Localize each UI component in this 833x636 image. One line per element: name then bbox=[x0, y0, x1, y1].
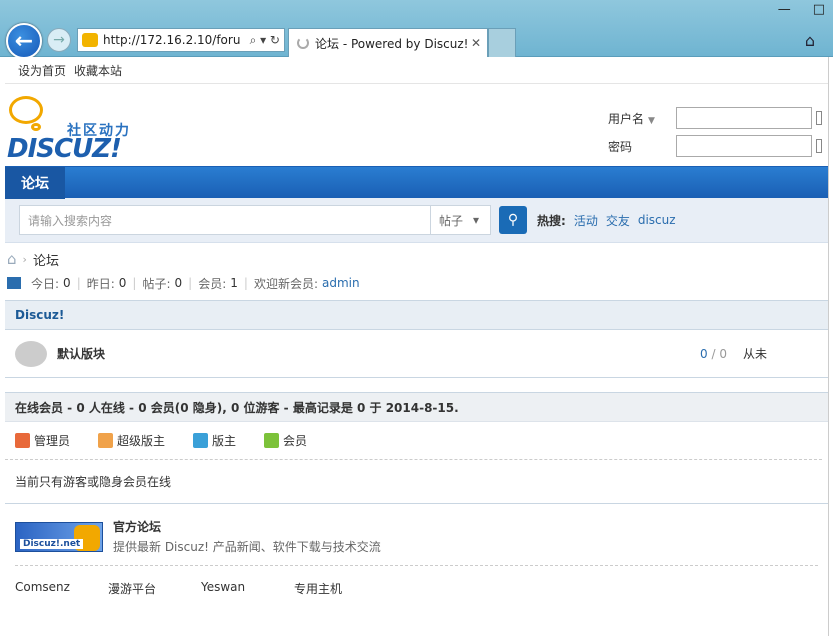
login-form: 用户名 ▼ 密码 bbox=[608, 104, 828, 160]
admin-icon bbox=[15, 433, 30, 448]
legend-super-moderator: 超级版主 bbox=[98, 432, 165, 449]
password-input[interactable] bbox=[676, 135, 812, 157]
friend-links: Discuz!.net 官方论坛 提供最新 Discuz! 产品新闻、软件下载与… bbox=[5, 504, 828, 597]
new-tab-button[interactable] bbox=[488, 28, 516, 57]
search-type-value: 帖子 bbox=[439, 213, 464, 228]
official-forum-title[interactable]: 官方论坛 bbox=[113, 518, 381, 535]
nav-item-forum[interactable]: 论坛 bbox=[5, 167, 65, 199]
logo-bubble-tail-icon bbox=[31, 123, 41, 131]
forum-row: 默认版块 0 / 0 从未 bbox=[5, 330, 828, 378]
hot-search-link[interactable]: 活动 bbox=[574, 212, 598, 229]
partner-link[interactable]: Comsenz bbox=[15, 580, 108, 597]
loading-spinner-icon bbox=[297, 37, 309, 49]
posts-label: 帖子: bbox=[142, 276, 171, 291]
yesterday-count: 0 bbox=[118, 276, 127, 290]
hot-search-label: 热搜: bbox=[537, 213, 566, 228]
online-status-text: 当前只有游客或隐身会员在线 bbox=[5, 460, 828, 504]
bookmark-link[interactable]: 收藏本站 bbox=[74, 62, 122, 79]
search-button[interactable]: ⚲ bbox=[499, 206, 527, 234]
password-label: 密码 bbox=[608, 139, 633, 154]
posts-count: 0 bbox=[174, 276, 183, 290]
logo-bubble-icon bbox=[9, 96, 43, 124]
category-title[interactable]: Discuz! bbox=[15, 308, 64, 322]
hot-search-link[interactable]: 交友 bbox=[606, 212, 630, 229]
username-input[interactable] bbox=[676, 107, 812, 129]
forum-bubble-icon bbox=[15, 340, 47, 367]
main-nav: 论坛 bbox=[5, 166, 828, 199]
member-legend: 管理员 超级版主 版主 会员 bbox=[5, 422, 822, 460]
site-header: 社区动力 DISCUZ! 用户名 ▼ 密码 bbox=[5, 84, 828, 166]
breadcrumb: ⌂ › 论坛 bbox=[5, 246, 828, 272]
search-icon: ⚲ bbox=[507, 212, 519, 228]
search-type-select[interactable]: 帖子 ▾ bbox=[431, 205, 491, 235]
tab-title: 论坛 - Powered by Discuz! bbox=[315, 36, 469, 51]
breadcrumb-separator-icon: › bbox=[22, 252, 27, 266]
moderator-icon bbox=[193, 433, 209, 448]
autologin-checkbox[interactable] bbox=[816, 111, 822, 125]
search-input[interactable]: 请输入搜索内容 bbox=[19, 205, 431, 235]
welcome-label: 欢迎新会员: bbox=[253, 276, 318, 291]
forward-button[interactable]: → bbox=[47, 28, 71, 52]
forum-stats: 今日: 0 | 昨日: 0 | 帖子: 0 | 会员: 1 | 欢迎新会员: admin bbox=[5, 272, 828, 294]
breadcrumb-current[interactable]: 论坛 bbox=[33, 250, 59, 269]
forum-counts: 0 / 0 bbox=[700, 346, 727, 361]
home-icon[interactable]: ⌂ bbox=[7, 250, 17, 268]
partner-link[interactable]: 专用主机 bbox=[294, 580, 387, 597]
username-label[interactable]: 用户名 ▼ bbox=[608, 110, 676, 127]
arrow-left-icon: ← bbox=[14, 28, 34, 54]
partner-link[interactable]: Yeswan bbox=[201, 580, 294, 597]
window-controls: — □ bbox=[778, 2, 825, 17]
chart-icon[interactable] bbox=[7, 277, 21, 289]
online-header[interactable]: 在线会员 - 0 人在线 - 0 会员(0 隐身), 0 位游客 - 最高记录是… bbox=[5, 392, 828, 422]
browser-tab[interactable]: 论坛 - Powered by Discuz! ✕ bbox=[288, 28, 488, 57]
home-icon[interactable]: ⌂ bbox=[805, 31, 815, 50]
site-favicon-icon bbox=[82, 33, 98, 47]
today-count: 0 bbox=[63, 276, 71, 290]
badge-label: Discuz!.net bbox=[20, 538, 84, 549]
set-home-link[interactable]: 设为首页 bbox=[18, 62, 66, 79]
official-forum-link[interactable]: Discuz!.net 官方论坛 提供最新 Discuz! 产品新闻、软件下载与… bbox=[15, 514, 818, 566]
newest-member-link[interactable]: admin bbox=[322, 276, 360, 290]
official-forum-desc: 提供最新 Discuz! 产品新闻、软件下载与技术交流 bbox=[113, 540, 381, 554]
address-controls[interactable]: ⌕ ▾ ↻ bbox=[250, 33, 280, 48]
minimize-button[interactable]: — bbox=[778, 2, 791, 17]
members-count: 1 bbox=[230, 276, 238, 290]
legend-member: 会员 bbox=[264, 432, 307, 449]
hot-search-link[interactable]: discuz bbox=[638, 213, 676, 227]
last-post: 从未 bbox=[743, 347, 768, 361]
member-icon bbox=[264, 433, 280, 448]
address-bar[interactable]: http://172.16.2.10/foru ⌕ ▾ ↻ bbox=[77, 28, 285, 52]
today-label: 今日: bbox=[31, 276, 60, 291]
partner-link[interactable]: 漫游平台 bbox=[108, 580, 201, 597]
browser-chrome: — □ ← → http://172.16.2.10/foru ⌕ ▾ ↻ 论坛… bbox=[0, 0, 833, 59]
category-header[interactable]: Discuz! bbox=[5, 300, 828, 330]
post-count: 0 bbox=[719, 346, 727, 361]
chevron-down-icon: ▼ bbox=[648, 115, 655, 126]
thread-count: 0 bbox=[700, 346, 708, 361]
search-bar: 请输入搜索内容 帖子 ▾ ⚲ 热搜: 活动 交友 discuz bbox=[5, 198, 828, 243]
logo-wordmark: DISCUZ! bbox=[7, 134, 122, 164]
page: 设为首页 收藏本站 社区动力 DISCUZ! 用户名 ▼ 密码 论坛 请输入搜索内… bbox=[5, 57, 829, 636]
legend-moderator: 版主 bbox=[193, 432, 236, 449]
top-links: 设为首页 收藏本站 bbox=[5, 57, 828, 84]
yesterday-label: 昨日: bbox=[86, 276, 115, 291]
login-button-edge[interactable] bbox=[816, 139, 822, 153]
arrow-right-icon: → bbox=[53, 32, 65, 48]
discuz-net-badge[interactable]: Discuz!.net bbox=[15, 521, 103, 552]
address-url: http://172.16.2.10/foru bbox=[103, 33, 241, 47]
close-tab-icon[interactable]: ✕ bbox=[471, 36, 481, 50]
partner-links: Comsenz 漫游平台 Yeswan 专用主机 bbox=[15, 576, 818, 597]
maximize-button[interactable]: □ bbox=[813, 2, 825, 17]
super-moderator-icon bbox=[98, 433, 114, 448]
back-button[interactable]: ← bbox=[6, 23, 42, 59]
discuz-logo[interactable]: 社区动力 DISCUZ! bbox=[7, 92, 147, 164]
members-label: 会员: bbox=[198, 276, 227, 291]
hot-searches: 热搜: 活动 交友 discuz bbox=[537, 212, 676, 229]
forum-name-link[interactable]: 默认版块 bbox=[57, 345, 105, 362]
legend-admin: 管理员 bbox=[15, 432, 70, 449]
chevron-down-icon: ▾ bbox=[473, 213, 480, 227]
